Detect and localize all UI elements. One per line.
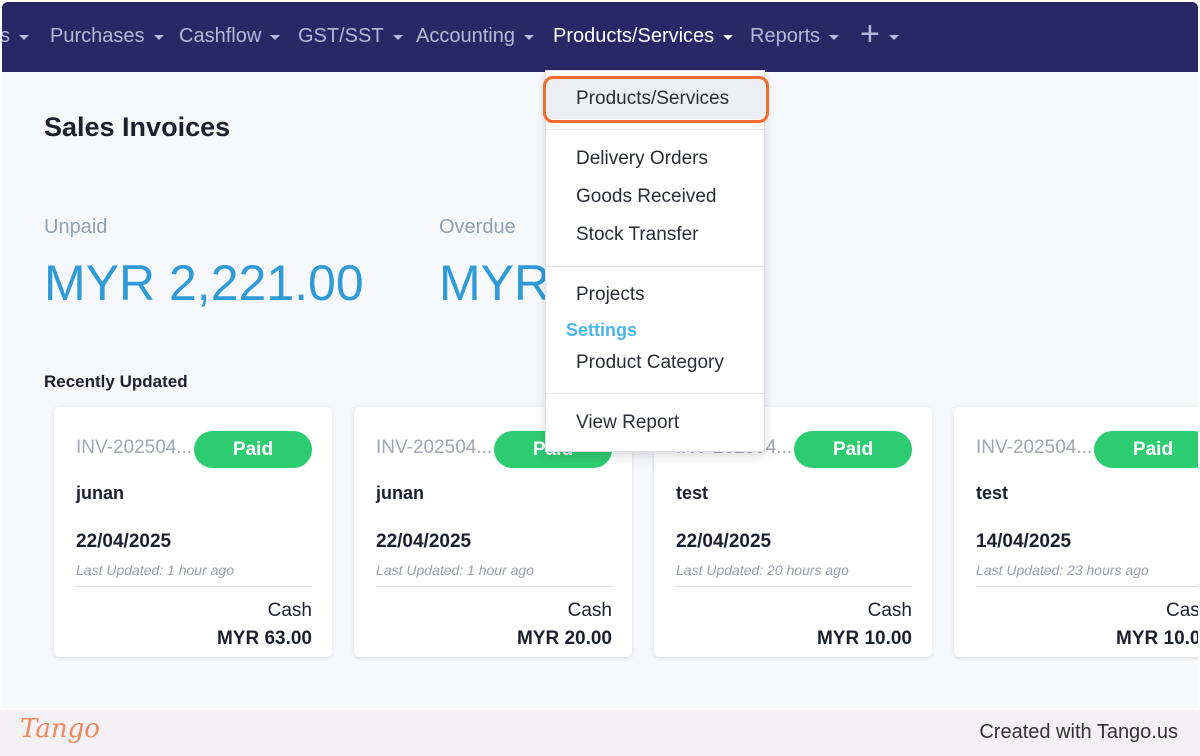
invoice-date: 14/04/2025 [976, 531, 1072, 552]
menu-item-product-category[interactable]: Product Category [576, 352, 724, 374]
last-updated: Last Updated: 1 hour ago [376, 562, 535, 578]
recently-updated-title: Recently Updated [44, 372, 188, 391]
nav-item-accounting[interactable]: Accounting [416, 2, 534, 70]
nav-label: Purchases [50, 24, 145, 47]
overdue-label: Overdue [439, 216, 516, 238]
invoice-card[interactable]: INV-202504... Paid test 14/04/2025 Last … [954, 407, 1198, 657]
nav-item-gst-sst[interactable]: GST/SST [298, 2, 403, 70]
caret-down-icon [723, 34, 734, 40]
caret-down-icon [392, 34, 403, 40]
top-navbar: s Purchases Cashflow GST/SST Accounting … [2, 2, 1198, 72]
menu-divider [546, 393, 764, 394]
status-badge: Paid [794, 431, 912, 468]
menu-item-delivery-orders[interactable]: Delivery Orders [576, 148, 708, 170]
page-title: Sales Invoices [44, 112, 231, 142]
nav-item-cashflow[interactable]: Cashflow [179, 2, 281, 70]
nav-item-add[interactable]: + [860, 2, 899, 70]
nav-label: s [2, 24, 10, 47]
invoice-date: 22/04/2025 [76, 531, 172, 552]
card-divider [676, 586, 912, 587]
nav-item-reports[interactable]: Reports [750, 2, 840, 70]
invoice-amount: MYR 20.00 [516, 628, 612, 649]
invoice-date: 22/04/2025 [676, 531, 772, 552]
menu-item-stock-transfer[interactable]: Stock Transfer [576, 224, 699, 246]
menu-item-goods-received[interactable]: Goods Received [576, 186, 716, 208]
last-updated: Last Updated: 20 hours ago [676, 562, 849, 578]
caret-down-icon [523, 34, 534, 40]
nav-label: Reports [750, 24, 821, 47]
overdue-value[interactable]: MYR [439, 254, 550, 312]
payment-method: Cash [267, 600, 312, 621]
last-updated: Last Updated: 23 hours ago [976, 562, 1149, 578]
card-divider [976, 586, 1198, 587]
click-highlight-ring [543, 76, 769, 123]
caret-down-icon [19, 34, 29, 40]
status-badge: Paid [1094, 431, 1198, 468]
menu-divider [546, 266, 764, 267]
menu-divider [546, 129, 764, 130]
nav-label: Accounting [416, 24, 515, 47]
card-divider [76, 586, 312, 587]
nav-item-products-services[interactable]: Products/Services [553, 2, 734, 70]
customer-name: junan [376, 483, 424, 503]
invoice-card[interactable]: INV-202504... Paid junan 22/04/2025 Last… [54, 407, 332, 657]
menu-item-projects[interactable]: Projects [576, 284, 645, 306]
customer-name: test [976, 483, 1009, 503]
invoice-date: 22/04/2025 [376, 531, 472, 552]
menu-item-view-report[interactable]: View Report [576, 412, 679, 434]
payment-method: Cash [567, 600, 612, 621]
nav-item-purchases[interactable]: Purchases [50, 2, 164, 70]
unpaid-label: Unpaid [44, 216, 108, 238]
invoice-amount: MYR 63.00 [216, 628, 312, 649]
tango-footer: Tango Created with Tango.us [0, 710, 1200, 756]
invoice-number: INV-202504... [976, 437, 1093, 458]
app-window: s Purchases Cashflow GST/SST Accounting … [2, 2, 1198, 708]
status-badge: Paid [194, 431, 312, 468]
last-updated: Last Updated: 1 hour ago [76, 562, 235, 578]
customer-name: test [676, 483, 709, 503]
nav-label: Products/Services [553, 24, 715, 47]
payment-method: Cash [1166, 600, 1198, 621]
plus-icon: + [860, 15, 880, 53]
invoice-amount: MYR 10.00 [816, 628, 912, 649]
customer-name: junan [76, 483, 124, 503]
products-services-dropdown: Products/Services Delivery Orders Goods … [545, 70, 766, 452]
card-divider [376, 586, 612, 587]
unpaid-value[interactable]: MYR 2,221.00 [44, 254, 364, 312]
menu-section-settings: Settings [566, 320, 638, 340]
caret-down-icon [829, 34, 840, 40]
nav-label: Cashflow [179, 24, 262, 47]
invoice-number: INV-202504... [76, 437, 193, 458]
nav-item-sales[interactable]: s [2, 2, 29, 70]
invoice-amount: MYR 10.0 [1116, 628, 1198, 649]
caret-down-icon [153, 34, 164, 40]
tango-logo: Tango [20, 714, 100, 744]
caret-down-icon [270, 34, 281, 40]
invoice-number: INV-202504... [376, 437, 493, 458]
payment-method: Cash [867, 600, 912, 621]
caret-down-icon [888, 34, 899, 40]
nav-label: GST/SST [298, 24, 384, 47]
tango-credit: Created with Tango.us [979, 721, 1178, 743]
